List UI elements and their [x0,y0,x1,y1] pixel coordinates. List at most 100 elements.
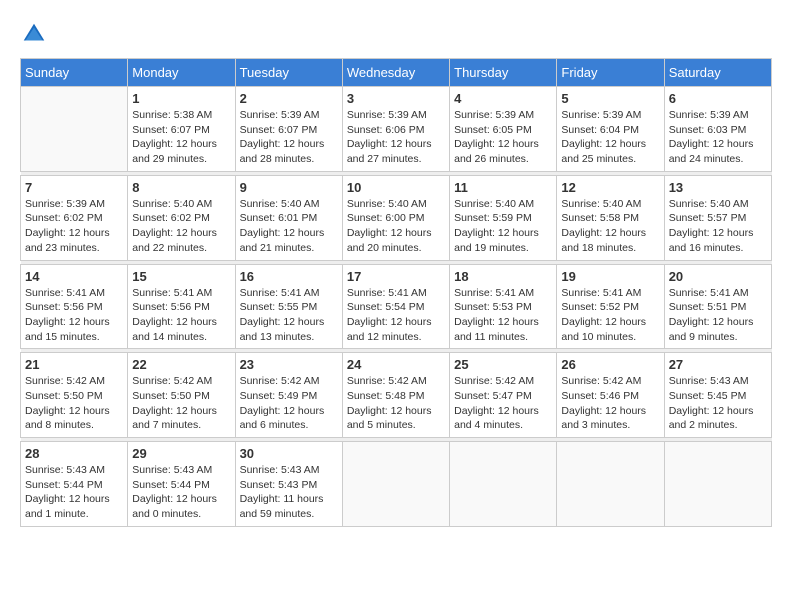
day-number: 16 [240,269,338,284]
calendar-cell: 1 Sunrise: 5:38 AM Sunset: 6:07 PM Daylig… [128,87,235,172]
day-info: Sunrise: 5:39 AM Sunset: 6:02 PM Dayligh… [25,197,123,256]
day-number: 26 [561,357,659,372]
day-info: Sunrise: 5:40 AM Sunset: 6:00 PM Dayligh… [347,197,445,256]
day-info: Sunrise: 5:42 AM Sunset: 5:50 PM Dayligh… [25,374,123,433]
day-info: Sunrise: 5:40 AM Sunset: 5:57 PM Dayligh… [669,197,767,256]
weekday-header-saturday: Saturday [664,59,771,87]
calendar-cell: 25 Sunrise: 5:42 AM Sunset: 5:47 PM Dayli… [450,353,557,438]
calendar-cell: 2 Sunrise: 5:39 AM Sunset: 6:07 PM Daylig… [235,87,342,172]
weekday-header-wednesday: Wednesday [342,59,449,87]
weekday-header-thursday: Thursday [450,59,557,87]
calendar-cell: 4 Sunrise: 5:39 AM Sunset: 6:05 PM Daylig… [450,87,557,172]
calendar-cell: 19 Sunrise: 5:41 AM Sunset: 5:52 PM Dayli… [557,264,664,349]
day-info: Sunrise: 5:41 AM Sunset: 5:56 PM Dayligh… [132,286,230,345]
logo-icon [20,20,48,48]
day-number: 11 [454,180,552,195]
day-number: 1 [132,91,230,106]
day-number: 17 [347,269,445,284]
day-number: 21 [25,357,123,372]
calendar-cell: 10 Sunrise: 5:40 AM Sunset: 6:00 PM Dayli… [342,175,449,260]
day-info: Sunrise: 5:42 AM Sunset: 5:50 PM Dayligh… [132,374,230,433]
day-number: 30 [240,446,338,461]
calendar-cell: 28 Sunrise: 5:43 AM Sunset: 5:44 PM Dayli… [21,442,128,527]
day-info: Sunrise: 5:39 AM Sunset: 6:05 PM Dayligh… [454,108,552,167]
calendar-cell: 13 Sunrise: 5:40 AM Sunset: 5:57 PM Dayli… [664,175,771,260]
weekday-header-friday: Friday [557,59,664,87]
day-info: Sunrise: 5:41 AM Sunset: 5:52 PM Dayligh… [561,286,659,345]
day-number: 18 [454,269,552,284]
day-info: Sunrise: 5:39 AM Sunset: 6:07 PM Dayligh… [240,108,338,167]
weekday-header-sunday: Sunday [21,59,128,87]
day-info: Sunrise: 5:43 AM Sunset: 5:44 PM Dayligh… [132,463,230,522]
day-number: 22 [132,357,230,372]
day-info: Sunrise: 5:39 AM Sunset: 6:03 PM Dayligh… [669,108,767,167]
calendar-cell: 3 Sunrise: 5:39 AM Sunset: 6:06 PM Daylig… [342,87,449,172]
day-number: 15 [132,269,230,284]
day-info: Sunrise: 5:40 AM Sunset: 6:02 PM Dayligh… [132,197,230,256]
day-info: Sunrise: 5:42 AM Sunset: 5:48 PM Dayligh… [347,374,445,433]
calendar-cell: 15 Sunrise: 5:41 AM Sunset: 5:56 PM Dayli… [128,264,235,349]
calendar-cell [21,87,128,172]
day-info: Sunrise: 5:41 AM Sunset: 5:53 PM Dayligh… [454,286,552,345]
weekday-header-tuesday: Tuesday [235,59,342,87]
calendar-cell [450,442,557,527]
day-number: 13 [669,180,767,195]
day-number: 10 [347,180,445,195]
calendar-cell: 27Sunrise: 5:43 AM Sunset: 5:45 PM Dayli… [664,353,771,438]
calendar-cell: 8Sunrise: 5:40 AM Sunset: 6:02 PM Daylig… [128,175,235,260]
day-number: 6 [669,91,767,106]
calendar-cell: 23 Sunrise: 5:42 AM Sunset: 5:49 PM Dayli… [235,353,342,438]
calendar-cell: 17 Sunrise: 5:41 AM Sunset: 5:54 PM Dayli… [342,264,449,349]
day-info: Sunrise: 5:41 AM Sunset: 5:51 PM Dayligh… [669,286,767,345]
logo [20,20,52,48]
day-info: Sunrise: 5:42 AM Sunset: 5:47 PM Dayligh… [454,374,552,433]
day-number: 29 [132,446,230,461]
calendar-cell: 12 Sunrise: 5:40 AM Sunset: 5:58 PM Dayli… [557,175,664,260]
weekday-header-monday: Monday [128,59,235,87]
calendar-cell: 26 Sunrise: 5:42 AM Sunset: 5:46 PM Dayli… [557,353,664,438]
day-info: Sunrise: 5:41 AM Sunset: 5:56 PM Dayligh… [25,286,123,345]
day-info: Sunrise: 5:43 AM Sunset: 5:44 PM Dayligh… [25,463,123,522]
day-number: 9 [240,180,338,195]
day-info: Sunrise: 5:41 AM Sunset: 5:54 PM Dayligh… [347,286,445,345]
day-number: 7 [25,180,123,195]
calendar-cell: 29 Sunrise: 5:43 AM Sunset: 5:44 PM Dayli… [128,442,235,527]
day-info: Sunrise: 5:43 AM Sunset: 5:43 PM Dayligh… [240,463,338,522]
day-number: 2 [240,91,338,106]
day-info: Sunrise: 5:42 AM Sunset: 5:49 PM Dayligh… [240,374,338,433]
day-number: 3 [347,91,445,106]
day-number: 12 [561,180,659,195]
day-number: 4 [454,91,552,106]
day-info: Sunrise: 5:43 AM Sunset: 5:45 PM Dayligh… [669,374,767,433]
day-info: Sunrise: 5:40 AM Sunset: 6:01 PM Dayligh… [240,197,338,256]
calendar-cell: 14Sunrise: 5:41 AM Sunset: 5:56 PM Dayli… [21,264,128,349]
day-info: Sunrise: 5:40 AM Sunset: 5:58 PM Dayligh… [561,197,659,256]
day-number: 24 [347,357,445,372]
calendar-cell: 5 Sunrise: 5:39 AM Sunset: 6:04 PM Daylig… [557,87,664,172]
calendar-cell: 21 Sunrise: 5:42 AM Sunset: 5:50 PM Dayli… [21,353,128,438]
calendar-cell: 18 Sunrise: 5:41 AM Sunset: 5:53 PM Dayli… [450,264,557,349]
day-number: 19 [561,269,659,284]
day-info: Sunrise: 5:41 AM Sunset: 5:55 PM Dayligh… [240,286,338,345]
day-number: 5 [561,91,659,106]
calendar-cell [664,442,771,527]
day-number: 28 [25,446,123,461]
day-info: Sunrise: 5:40 AM Sunset: 5:59 PM Dayligh… [454,197,552,256]
calendar-cell: 16 Sunrise: 5:41 AM Sunset: 5:55 PM Dayli… [235,264,342,349]
calendar-cell: 30 Sunrise: 5:43 AM Sunset: 5:43 PM Dayli… [235,442,342,527]
day-info: Sunrise: 5:39 AM Sunset: 6:06 PM Dayligh… [347,108,445,167]
calendar-cell: 20 Sunrise: 5:41 AM Sunset: 5:51 PM Dayli… [664,264,771,349]
calendar-cell: 24 Sunrise: 5:42 AM Sunset: 5:48 PM Dayli… [342,353,449,438]
day-number: 23 [240,357,338,372]
calendar-cell: 22 Sunrise: 5:42 AM Sunset: 5:50 PM Dayli… [128,353,235,438]
calendar-cell: 11 Sunrise: 5:40 AM Sunset: 5:59 PM Dayli… [450,175,557,260]
calendar-cell: 6 Sunrise: 5:39 AM Sunset: 6:03 PM Daylig… [664,87,771,172]
day-number: 25 [454,357,552,372]
calendar-cell: 7 Sunrise: 5:39 AM Sunset: 6:02 PM Daylig… [21,175,128,260]
day-number: 20 [669,269,767,284]
calendar: SundayMondayTuesdayWednesdayThursdayFrid… [20,58,772,527]
calendar-cell: 9 Sunrise: 5:40 AM Sunset: 6:01 PM Daylig… [235,175,342,260]
day-info: Sunrise: 5:38 AM Sunset: 6:07 PM Dayligh… [132,108,230,167]
day-info: Sunrise: 5:39 AM Sunset: 6:04 PM Dayligh… [561,108,659,167]
day-info: Sunrise: 5:42 AM Sunset: 5:46 PM Dayligh… [561,374,659,433]
